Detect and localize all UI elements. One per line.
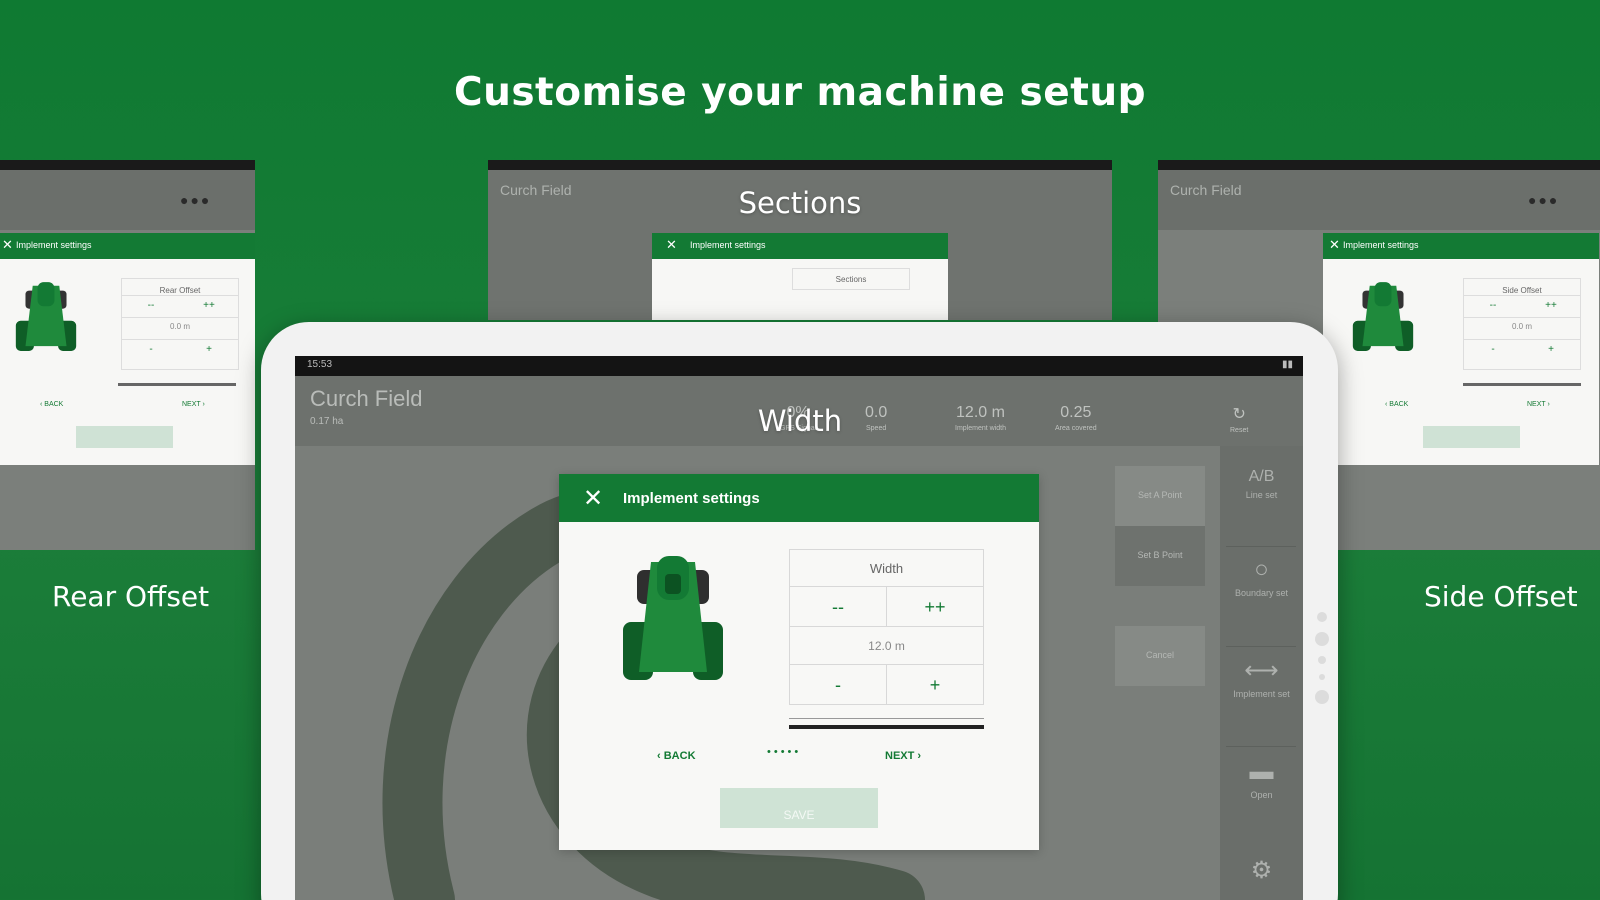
fine-row: - +	[122, 339, 238, 361]
big-minus-button[interactable]: --	[790, 587, 886, 626]
dialog-title: Implement settings	[623, 490, 760, 507]
big-minus-button[interactable]: --	[122, 296, 180, 317]
coarse-row: -- ++	[122, 295, 238, 317]
next-button[interactable]: NEXT ›	[885, 750, 921, 762]
dot	[1318, 656, 1326, 664]
value-row: 0.0 m	[122, 317, 238, 339]
small-plus-button[interactable]: +	[886, 665, 983, 704]
headline: Customise your machine setup	[453, 70, 1147, 115]
tractor-icon	[15, 282, 77, 351]
rail-divider	[1226, 646, 1296, 647]
big-plus-button[interactable]: ++	[180, 296, 238, 317]
close-icon[interactable]: ✕	[666, 237, 677, 253]
implement-settings-dialog: ✕ Implement settings Width -- ++ 12.0 m …	[559, 474, 1039, 850]
dialog-header: ✕ Implement settings	[0, 233, 255, 259]
rail-line-set[interactable]: A/B Line set	[1220, 468, 1303, 500]
implement-icon: ⟷	[1244, 657, 1279, 684]
rail-settings[interactable]: ⚙	[1220, 856, 1303, 889]
dialog-title: Implement settings	[1343, 240, 1419, 250]
set-a-point-button[interactable]: Set A Point	[1115, 466, 1205, 526]
close-icon[interactable]: ✕	[583, 484, 603, 513]
ab-line-icon: A/B	[1248, 468, 1275, 485]
rear-offset-caption: Rear Offset	[52, 580, 210, 613]
tractor-icon	[623, 556, 723, 680]
rear-offset-control: Rear Offset -- ++ 0.0 m - +	[121, 278, 239, 370]
side-offset-control: Side Offset -- ++ 0.0 m - +	[1463, 278, 1581, 370]
param-value: 0.0 m	[169, 322, 190, 331]
width-label: Width	[757, 404, 843, 438]
dot	[1319, 674, 1325, 680]
coarse-row: -- ++	[1464, 295, 1580, 317]
dialog-header: ✕ Implement settings	[559, 474, 1039, 522]
param-label: Side Offset	[1502, 286, 1542, 295]
set-b-point-button[interactable]: Set B Point	[1115, 526, 1205, 586]
tractor-icon	[1352, 282, 1414, 351]
param-value: 12.0 m	[790, 626, 983, 664]
close-icon[interactable]: ✕	[1329, 237, 1340, 253]
big-plus-button[interactable]: ++	[1522, 296, 1580, 317]
rail-boundary-set[interactable]: ○ Boundary set	[1220, 556, 1303, 598]
gear-icon: ⚙	[1250, 857, 1273, 884]
cancel-button[interactable]: Cancel	[1115, 626, 1205, 686]
status-bar	[0, 160, 255, 170]
dialog-header: ✕ Implement settings	[1323, 233, 1599, 259]
step-indicator: •••••	[767, 746, 802, 758]
small-plus-button[interactable]: +	[1522, 340, 1580, 361]
back-button[interactable]: ‹ BACK	[657, 750, 696, 762]
status-bar: 15:53 ▮▮	[295, 356, 1303, 376]
param-label: Rear Offset	[159, 286, 201, 295]
status-bar	[1158, 160, 1600, 170]
progress-bar	[118, 383, 236, 386]
param-label: Sections	[792, 268, 910, 290]
dialog-title: Implement settings	[16, 240, 92, 250]
rail-implement-set[interactable]: ⟷ Implement set	[1220, 656, 1303, 699]
progress-bar	[1463, 383, 1581, 386]
fine-row: - +	[1464, 339, 1580, 361]
rail-divider	[1226, 546, 1296, 547]
width-control: Width -- ++ 12.0 m - +	[789, 549, 984, 705]
param-label: Width	[869, 561, 904, 576]
big-plus-button[interactable]: ++	[886, 587, 983, 626]
rail-open[interactable]: ▬ Open	[1220, 758, 1303, 800]
right-rail: A/B Line set ○ Boundary set ⟷ Implement …	[1220, 446, 1303, 900]
save-button[interactable]: SAVE	[720, 788, 878, 828]
small-minus-button[interactable]: -	[1464, 340, 1522, 361]
battery-icon: ▮▮	[1281, 359, 1293, 370]
boundary-icon: ○	[1254, 556, 1269, 583]
fine-row: - +	[790, 664, 983, 704]
side-offset-caption: Side Offset	[1424, 580, 1578, 613]
sections-panel: Curch Field ✕ Implement settings Section…	[488, 160, 1112, 320]
status-time: 15:53	[307, 359, 333, 370]
dot	[1315, 690, 1329, 704]
coarse-row: -- ++	[790, 586, 983, 626]
dialog-header: ✕ Implement settings	[652, 233, 948, 259]
rail-divider	[1226, 746, 1296, 747]
slider-track	[789, 718, 984, 719]
tablet-side-dots	[1311, 612, 1333, 714]
value-row: 0.0 m	[1464, 317, 1580, 339]
implement-settings-dialog: ✕ Implement settings Sections	[652, 233, 948, 320]
dialog-title: Implement settings	[690, 240, 766, 250]
progress-bar	[789, 725, 984, 729]
dot	[1315, 632, 1329, 646]
big-minus-button[interactable]: --	[1464, 296, 1522, 317]
small-minus-button[interactable]: -	[122, 340, 180, 361]
sections-label: Sections	[738, 186, 862, 220]
small-plus-button[interactable]: +	[180, 340, 238, 361]
status-bar	[488, 160, 1112, 170]
close-icon[interactable]: ✕	[2, 237, 13, 253]
dot	[1317, 612, 1327, 622]
folder-icon: ▬	[1249, 758, 1274, 785]
param-value: 0.0 m	[1511, 322, 1532, 331]
small-minus-button[interactable]: -	[790, 665, 886, 704]
